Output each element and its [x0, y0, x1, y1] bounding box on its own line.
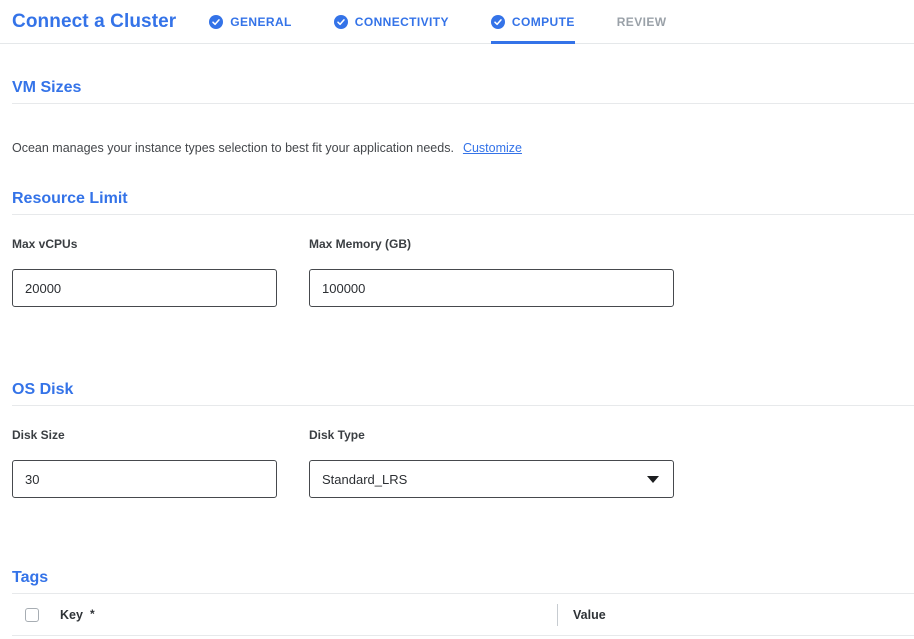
customize-link[interactable]: Customize — [463, 141, 522, 155]
wizard-header: Connect a Cluster GENERAL — [0, 0, 914, 44]
tab-compute[interactable]: COMPUTE — [491, 0, 575, 43]
disk-type-select[interactable]: Standard_LRS — [309, 460, 674, 498]
tab-connectivity-label: CONNECTIVITY — [355, 15, 449, 29]
page-title: Connect a Cluster — [12, 11, 176, 33]
os-disk-fields: Disk Size Disk Type Standard_LRS — [12, 428, 914, 498]
max-vcpus-input[interactable] — [12, 269, 277, 307]
wizard-tabs: GENERAL CONNECTIVITY C — [209, 0, 708, 43]
disk-type-label: Disk Type — [309, 428, 674, 442]
tab-review[interactable]: REVIEW — [617, 0, 667, 43]
tab-general-label: GENERAL — [230, 15, 291, 29]
os-disk-heading: OS Disk — [12, 381, 914, 406]
tags-table-header-row: Key * Value — [12, 594, 914, 636]
vm-sizes-heading: VM Sizes — [12, 79, 914, 104]
tab-compute-label: COMPUTE — [512, 15, 575, 29]
disk-type-field-group: Disk Type Standard_LRS — [309, 428, 674, 498]
disk-size-field-group: Disk Size — [12, 428, 277, 498]
compute-step-content: VM Sizes Ocean manages your instance typ… — [0, 79, 914, 636]
required-asterisk: * — [90, 607, 95, 621]
resource-limit-heading: Resource Limit — [12, 190, 914, 215]
connect-cluster-wizard: Connect a Cluster GENERAL — [0, 0, 914, 639]
max-vcpus-label: Max vCPUs — [12, 237, 277, 251]
check-circle-icon — [491, 15, 505, 29]
tab-connectivity[interactable]: CONNECTIVITY — [334, 0, 449, 43]
vm-sizes-description: Ocean manages your instance types select… — [12, 141, 454, 155]
disk-type-selected-value: Standard_LRS — [322, 472, 407, 487]
disk-size-input[interactable] — [12, 460, 277, 498]
caret-down-icon — [647, 476, 659, 483]
active-tab-underline — [491, 41, 575, 44]
tab-general[interactable]: GENERAL — [209, 0, 291, 43]
max-memory-label: Max Memory (GB) — [309, 237, 674, 251]
key-header-label: Key — [60, 608, 83, 622]
check-circle-icon — [209, 15, 223, 29]
tags-key-column-header: Key * — [60, 608, 95, 622]
tags-heading: Tags — [12, 569, 914, 594]
tags-value-column-header: Value — [573, 608, 606, 622]
column-divider — [557, 604, 558, 626]
max-vcpus-field-group: Max vCPUs — [12, 237, 277, 307]
tab-review-label: REVIEW — [617, 15, 667, 29]
vm-sizes-description-row: Ocean manages your instance types select… — [12, 141, 914, 155]
disk-size-label: Disk Size — [12, 428, 277, 442]
resource-limit-fields: Max vCPUs Max Memory (GB) — [12, 237, 914, 307]
max-memory-field-group: Max Memory (GB) — [309, 237, 674, 307]
select-all-checkbox[interactable] — [25, 608, 39, 622]
check-circle-icon — [334, 15, 348, 29]
max-memory-input[interactable] — [309, 269, 674, 307]
